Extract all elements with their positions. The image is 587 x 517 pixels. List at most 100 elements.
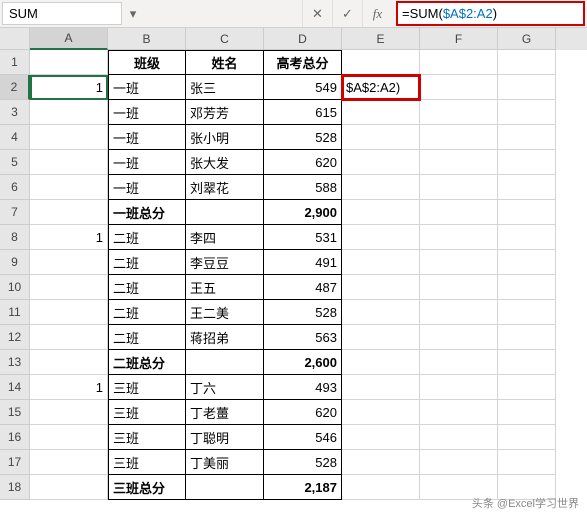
insert-function-button[interactable]: fx — [362, 0, 392, 27]
cell-E6[interactable] — [342, 175, 420, 200]
cell-E7[interactable] — [342, 200, 420, 225]
cell-A3[interactable] — [30, 100, 108, 125]
cell-A1[interactable] — [30, 50, 108, 75]
cell-C13[interactable] — [186, 350, 264, 375]
cell-C16[interactable]: 丁聪明 — [186, 425, 264, 450]
cell-C5[interactable]: 张大发 — [186, 150, 264, 175]
cell-B1[interactable]: 班级 — [108, 50, 186, 75]
col-header-B[interactable]: B — [108, 28, 186, 50]
row-header-8[interactable]: 8 — [0, 225, 30, 250]
cell-B18[interactable]: 三班总分 — [108, 475, 186, 500]
cell-A17[interactable] — [30, 450, 108, 475]
cell-E13[interactable] — [342, 350, 420, 375]
cell-C12[interactable]: 蒋招弟 — [186, 325, 264, 350]
cell-C9[interactable]: 李豆豆 — [186, 250, 264, 275]
col-header-G[interactable]: G — [498, 28, 556, 50]
row-header-14[interactable]: 14 — [0, 375, 30, 400]
cell-G2[interactable] — [498, 75, 556, 100]
cell-D1[interactable]: 高考总分 — [264, 50, 342, 75]
cell-F14[interactable] — [420, 375, 498, 400]
cell-G5[interactable] — [498, 150, 556, 175]
cell-E2[interactable]: $A$2:A2) — [342, 75, 420, 100]
col-header-F[interactable]: F — [420, 28, 498, 50]
cell-D6[interactable]: 588 — [264, 175, 342, 200]
cell-F15[interactable] — [420, 400, 498, 425]
cell-F7[interactable] — [420, 200, 498, 225]
cell-B7[interactable]: 一班总分 — [108, 200, 186, 225]
cell-C17[interactable]: 丁美丽 — [186, 450, 264, 475]
cell-D18[interactable]: 2,187 — [264, 475, 342, 500]
cell-A10[interactable] — [30, 275, 108, 300]
cell-A12[interactable] — [30, 325, 108, 350]
row-header-9[interactable]: 9 — [0, 250, 30, 275]
cell-B6[interactable]: 一班 — [108, 175, 186, 200]
cell-E15[interactable] — [342, 400, 420, 425]
cell-E9[interactable] — [342, 250, 420, 275]
cell-A2[interactable]: 1 — [30, 75, 108, 100]
cell-D13[interactable]: 2,600 — [264, 350, 342, 375]
select-all-corner[interactable] — [0, 28, 30, 50]
cell-B9[interactable]: 二班 — [108, 250, 186, 275]
cell-D8[interactable]: 531 — [264, 225, 342, 250]
cell-E17[interactable] — [342, 450, 420, 475]
cell-C18[interactable] — [186, 475, 264, 500]
cell-A14[interactable]: 1 — [30, 375, 108, 400]
row-header-2[interactable]: 2 — [0, 75, 30, 100]
row-header-3[interactable]: 3 — [0, 100, 30, 125]
cell-F13[interactable] — [420, 350, 498, 375]
cell-D12[interactable]: 563 — [264, 325, 342, 350]
cell-G9[interactable] — [498, 250, 556, 275]
cell-E8[interactable] — [342, 225, 420, 250]
cell-A7[interactable] — [30, 200, 108, 225]
cell-F16[interactable] — [420, 425, 498, 450]
cell-B13[interactable]: 二班总分 — [108, 350, 186, 375]
cell-A16[interactable] — [30, 425, 108, 450]
row-header-11[interactable]: 11 — [0, 300, 30, 325]
row-header-15[interactable]: 15 — [0, 400, 30, 425]
cell-F8[interactable] — [420, 225, 498, 250]
cell-F11[interactable] — [420, 300, 498, 325]
cell-D7[interactable]: 2,900 — [264, 200, 342, 225]
cell-A9[interactable] — [30, 250, 108, 275]
cell-B3[interactable]: 一班 — [108, 100, 186, 125]
row-header-17[interactable]: 17 — [0, 450, 30, 475]
cell-C7[interactable] — [186, 200, 264, 225]
cell-C6[interactable]: 刘翠花 — [186, 175, 264, 200]
cell-D9[interactable]: 491 — [264, 250, 342, 275]
name-box-dropdown[interactable]: ▾ — [124, 0, 142, 27]
cell-D15[interactable]: 620 — [264, 400, 342, 425]
cell-A5[interactable] — [30, 150, 108, 175]
cell-E14[interactable] — [342, 375, 420, 400]
cell-E5[interactable] — [342, 150, 420, 175]
row-header-10[interactable]: 10 — [0, 275, 30, 300]
cell-F6[interactable] — [420, 175, 498, 200]
cancel-formula-button[interactable]: ✕ — [302, 0, 332, 27]
cell-F9[interactable] — [420, 250, 498, 275]
cell-C3[interactable]: 邓芳芳 — [186, 100, 264, 125]
col-header-D[interactable]: D — [264, 28, 342, 50]
cell-C4[interactable]: 张小明 — [186, 125, 264, 150]
cell-C8[interactable]: 李四 — [186, 225, 264, 250]
cell-B5[interactable]: 一班 — [108, 150, 186, 175]
cell-F10[interactable] — [420, 275, 498, 300]
cell-E1[interactable] — [342, 50, 420, 75]
cell-G12[interactable] — [498, 325, 556, 350]
cell-D10[interactable]: 487 — [264, 275, 342, 300]
cell-F17[interactable] — [420, 450, 498, 475]
row-header-6[interactable]: 6 — [0, 175, 30, 200]
cell-A8[interactable]: 1 — [30, 225, 108, 250]
cell-G10[interactable] — [498, 275, 556, 300]
cell-C15[interactable]: 丁老薑 — [186, 400, 264, 425]
cell-F3[interactable] — [420, 100, 498, 125]
cell-E3[interactable] — [342, 100, 420, 125]
cell-G1[interactable] — [498, 50, 556, 75]
cell-E12[interactable] — [342, 325, 420, 350]
row-header-4[interactable]: 4 — [0, 125, 30, 150]
cell-G8[interactable] — [498, 225, 556, 250]
col-header-E[interactable]: E — [342, 28, 420, 50]
cell-D5[interactable]: 620 — [264, 150, 342, 175]
cell-C2[interactable]: 张三 — [186, 75, 264, 100]
row-header-1[interactable]: 1 — [0, 50, 30, 75]
accept-formula-button[interactable]: ✓ — [332, 0, 362, 27]
cell-F12[interactable] — [420, 325, 498, 350]
